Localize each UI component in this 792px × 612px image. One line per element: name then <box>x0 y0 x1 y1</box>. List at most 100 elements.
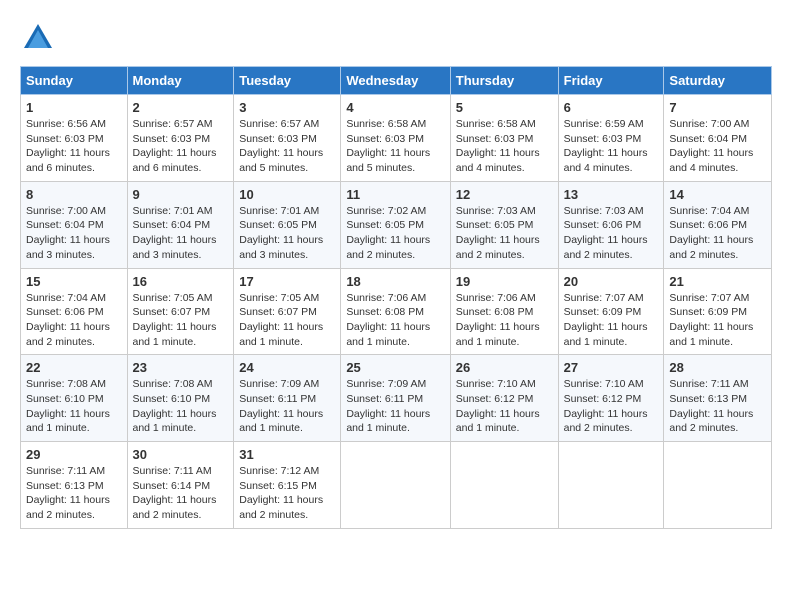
day-info: Sunrise: 7:04 AM Sunset: 6:06 PM Dayligh… <box>669 204 766 263</box>
calendar-cell: 17 Sunrise: 7:05 AM Sunset: 6:07 PM Dayl… <box>234 268 341 355</box>
day-number: 4 <box>346 100 444 115</box>
day-info: Sunrise: 7:05 AM Sunset: 6:07 PM Dayligh… <box>133 291 229 350</box>
day-number: 7 <box>669 100 766 115</box>
day-info: Sunrise: 7:09 AM Sunset: 6:11 PM Dayligh… <box>346 377 444 436</box>
page-header <box>20 20 772 56</box>
calendar-cell: 28 Sunrise: 7:11 AM Sunset: 6:13 PM Dayl… <box>664 355 772 442</box>
calendar-cell: 30 Sunrise: 7:11 AM Sunset: 6:14 PM Dayl… <box>127 442 234 529</box>
calendar-cell: 6 Sunrise: 6:59 AM Sunset: 6:03 PM Dayli… <box>558 95 664 182</box>
day-info: Sunrise: 7:08 AM Sunset: 6:10 PM Dayligh… <box>133 377 229 436</box>
day-info: Sunrise: 7:02 AM Sunset: 6:05 PM Dayligh… <box>346 204 444 263</box>
calendar-cell: 4 Sunrise: 6:58 AM Sunset: 6:03 PM Dayli… <box>341 95 450 182</box>
day-number: 6 <box>564 100 659 115</box>
day-number: 22 <box>26 360 122 375</box>
col-header-friday: Friday <box>558 67 664 95</box>
day-info: Sunrise: 7:06 AM Sunset: 6:08 PM Dayligh… <box>456 291 553 350</box>
day-number: 21 <box>669 274 766 289</box>
calendar-header-row: SundayMondayTuesdayWednesdayThursdayFrid… <box>21 67 772 95</box>
logo-icon <box>20 20 56 56</box>
day-info: Sunrise: 7:11 AM Sunset: 6:13 PM Dayligh… <box>26 464 122 523</box>
day-info: Sunrise: 7:07 AM Sunset: 6:09 PM Dayligh… <box>564 291 659 350</box>
day-number: 8 <box>26 187 122 202</box>
calendar-cell: 11 Sunrise: 7:02 AM Sunset: 6:05 PM Dayl… <box>341 181 450 268</box>
day-info: Sunrise: 7:03 AM Sunset: 6:05 PM Dayligh… <box>456 204 553 263</box>
day-number: 18 <box>346 274 444 289</box>
calendar-cell: 21 Sunrise: 7:07 AM Sunset: 6:09 PM Dayl… <box>664 268 772 355</box>
calendar-cell: 15 Sunrise: 7:04 AM Sunset: 6:06 PM Dayl… <box>21 268 128 355</box>
day-info: Sunrise: 7:11 AM Sunset: 6:13 PM Dayligh… <box>669 377 766 436</box>
col-header-thursday: Thursday <box>450 67 558 95</box>
day-info: Sunrise: 7:00 AM Sunset: 6:04 PM Dayligh… <box>669 117 766 176</box>
calendar-cell: 29 Sunrise: 7:11 AM Sunset: 6:13 PM Dayl… <box>21 442 128 529</box>
col-header-wednesday: Wednesday <box>341 67 450 95</box>
day-info: Sunrise: 6:56 AM Sunset: 6:03 PM Dayligh… <box>26 117 122 176</box>
calendar-week-row: 15 Sunrise: 7:04 AM Sunset: 6:06 PM Dayl… <box>21 268 772 355</box>
day-info: Sunrise: 6:59 AM Sunset: 6:03 PM Dayligh… <box>564 117 659 176</box>
day-number: 28 <box>669 360 766 375</box>
day-number: 11 <box>346 187 444 202</box>
calendar-cell: 3 Sunrise: 6:57 AM Sunset: 6:03 PM Dayli… <box>234 95 341 182</box>
day-number: 30 <box>133 447 229 462</box>
calendar-cell: 13 Sunrise: 7:03 AM Sunset: 6:06 PM Dayl… <box>558 181 664 268</box>
calendar-cell: 26 Sunrise: 7:10 AM Sunset: 6:12 PM Dayl… <box>450 355 558 442</box>
day-info: Sunrise: 7:01 AM Sunset: 6:05 PM Dayligh… <box>239 204 335 263</box>
day-info: Sunrise: 7:12 AM Sunset: 6:15 PM Dayligh… <box>239 464 335 523</box>
day-info: Sunrise: 7:10 AM Sunset: 6:12 PM Dayligh… <box>456 377 553 436</box>
day-info: Sunrise: 7:03 AM Sunset: 6:06 PM Dayligh… <box>564 204 659 263</box>
day-number: 26 <box>456 360 553 375</box>
day-info: Sunrise: 7:08 AM Sunset: 6:10 PM Dayligh… <box>26 377 122 436</box>
calendar-week-row: 29 Sunrise: 7:11 AM Sunset: 6:13 PM Dayl… <box>21 442 772 529</box>
calendar-week-row: 8 Sunrise: 7:00 AM Sunset: 6:04 PM Dayli… <box>21 181 772 268</box>
day-number: 5 <box>456 100 553 115</box>
day-info: Sunrise: 7:06 AM Sunset: 6:08 PM Dayligh… <box>346 291 444 350</box>
calendar-week-row: 22 Sunrise: 7:08 AM Sunset: 6:10 PM Dayl… <box>21 355 772 442</box>
day-number: 23 <box>133 360 229 375</box>
calendar-cell: 1 Sunrise: 6:56 AM Sunset: 6:03 PM Dayli… <box>21 95 128 182</box>
day-info: Sunrise: 6:57 AM Sunset: 6:03 PM Dayligh… <box>239 117 335 176</box>
calendar-cell <box>558 442 664 529</box>
day-info: Sunrise: 7:07 AM Sunset: 6:09 PM Dayligh… <box>669 291 766 350</box>
day-number: 20 <box>564 274 659 289</box>
day-number: 16 <box>133 274 229 289</box>
calendar-cell: 22 Sunrise: 7:08 AM Sunset: 6:10 PM Dayl… <box>21 355 128 442</box>
day-info: Sunrise: 6:58 AM Sunset: 6:03 PM Dayligh… <box>346 117 444 176</box>
calendar-cell: 24 Sunrise: 7:09 AM Sunset: 6:11 PM Dayl… <box>234 355 341 442</box>
day-info: Sunrise: 7:09 AM Sunset: 6:11 PM Dayligh… <box>239 377 335 436</box>
day-info: Sunrise: 7:11 AM Sunset: 6:14 PM Dayligh… <box>133 464 229 523</box>
calendar-cell: 27 Sunrise: 7:10 AM Sunset: 6:12 PM Dayl… <box>558 355 664 442</box>
day-info: Sunrise: 7:01 AM Sunset: 6:04 PM Dayligh… <box>133 204 229 263</box>
day-number: 15 <box>26 274 122 289</box>
day-number: 27 <box>564 360 659 375</box>
day-number: 13 <box>564 187 659 202</box>
logo <box>20 20 60 56</box>
calendar-cell: 18 Sunrise: 7:06 AM Sunset: 6:08 PM Dayl… <box>341 268 450 355</box>
col-header-saturday: Saturday <box>664 67 772 95</box>
day-number: 19 <box>456 274 553 289</box>
day-number: 25 <box>346 360 444 375</box>
calendar-cell: 23 Sunrise: 7:08 AM Sunset: 6:10 PM Dayl… <box>127 355 234 442</box>
day-info: Sunrise: 7:00 AM Sunset: 6:04 PM Dayligh… <box>26 204 122 263</box>
calendar-cell: 10 Sunrise: 7:01 AM Sunset: 6:05 PM Dayl… <box>234 181 341 268</box>
day-info: Sunrise: 7:05 AM Sunset: 6:07 PM Dayligh… <box>239 291 335 350</box>
day-number: 10 <box>239 187 335 202</box>
calendar-cell <box>450 442 558 529</box>
day-info: Sunrise: 7:04 AM Sunset: 6:06 PM Dayligh… <box>26 291 122 350</box>
day-info: Sunrise: 6:58 AM Sunset: 6:03 PM Dayligh… <box>456 117 553 176</box>
calendar-cell: 9 Sunrise: 7:01 AM Sunset: 6:04 PM Dayli… <box>127 181 234 268</box>
day-number: 14 <box>669 187 766 202</box>
day-number: 9 <box>133 187 229 202</box>
calendar-cell: 2 Sunrise: 6:57 AM Sunset: 6:03 PM Dayli… <box>127 95 234 182</box>
calendar-cell: 5 Sunrise: 6:58 AM Sunset: 6:03 PM Dayli… <box>450 95 558 182</box>
calendar-cell: 16 Sunrise: 7:05 AM Sunset: 6:07 PM Dayl… <box>127 268 234 355</box>
calendar-cell <box>664 442 772 529</box>
day-info: Sunrise: 7:10 AM Sunset: 6:12 PM Dayligh… <box>564 377 659 436</box>
day-number: 12 <box>456 187 553 202</box>
calendar-cell: 7 Sunrise: 7:00 AM Sunset: 6:04 PM Dayli… <box>664 95 772 182</box>
col-header-monday: Monday <box>127 67 234 95</box>
day-info: Sunrise: 6:57 AM Sunset: 6:03 PM Dayligh… <box>133 117 229 176</box>
calendar-cell: 8 Sunrise: 7:00 AM Sunset: 6:04 PM Dayli… <box>21 181 128 268</box>
calendar-cell <box>341 442 450 529</box>
day-number: 2 <box>133 100 229 115</box>
calendar-cell: 20 Sunrise: 7:07 AM Sunset: 6:09 PM Dayl… <box>558 268 664 355</box>
day-number: 29 <box>26 447 122 462</box>
